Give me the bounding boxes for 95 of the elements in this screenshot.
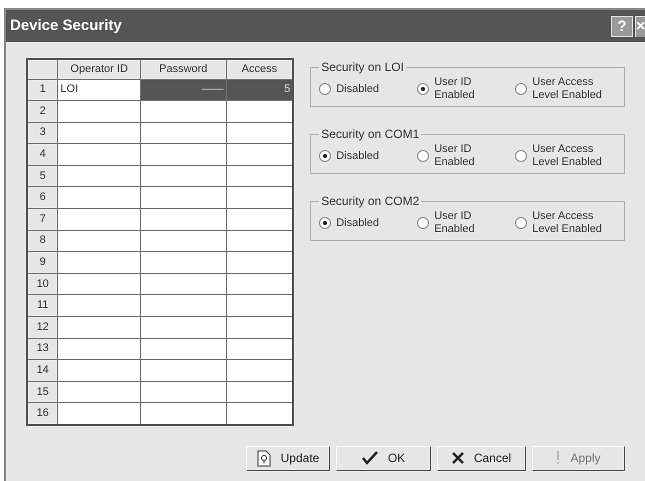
row-number: 15 xyxy=(27,381,58,403)
check-icon xyxy=(362,451,378,465)
table-cell[interactable] xyxy=(140,402,226,424)
column-header[interactable]: Operator ID xyxy=(58,59,140,79)
row-number: 3 xyxy=(27,122,58,144)
table-cell[interactable]: LOI xyxy=(58,79,140,101)
radio-option[interactable]: User ID Enabled xyxy=(417,143,510,169)
row-number: 16 xyxy=(27,402,58,424)
radio-button[interactable] xyxy=(515,217,528,229)
radio-option[interactable]: Disabled xyxy=(319,82,412,96)
table-cell[interactable] xyxy=(140,144,226,166)
table-cell[interactable] xyxy=(58,186,140,209)
table-cell[interactable] xyxy=(140,186,226,209)
radio-option[interactable]: User ID Enabled xyxy=(417,210,510,236)
radio-button[interactable] xyxy=(515,83,528,95)
table-cell[interactable] xyxy=(58,144,140,166)
table-cell[interactable] xyxy=(140,294,226,317)
table-cell[interactable] xyxy=(140,122,226,144)
group-title: Security on COM2 xyxy=(320,193,420,210)
table-cell[interactable] xyxy=(226,230,294,252)
row-number: 10 xyxy=(27,273,58,295)
table-cell[interactable] xyxy=(226,100,294,122)
group-title: Security on COM1 xyxy=(320,126,420,143)
table-cell[interactable] xyxy=(226,338,294,360)
table-cell[interactable] xyxy=(58,208,140,230)
table-cell[interactable] xyxy=(58,294,140,317)
radio-button[interactable] xyxy=(319,217,332,229)
radio-button[interactable] xyxy=(515,150,528,162)
radio-button[interactable] xyxy=(417,150,430,162)
radio-option[interactable]: User Access Level Enabled xyxy=(515,76,602,102)
table-cell[interactable] xyxy=(140,316,226,338)
table-cell[interactable] xyxy=(226,360,294,382)
radio-option[interactable]: User Access Level Enabled xyxy=(515,210,602,236)
table-cell[interactable] xyxy=(226,122,294,144)
cross-icon xyxy=(452,452,464,464)
radio-button[interactable] xyxy=(319,83,332,95)
table-cell[interactable] xyxy=(226,402,294,424)
column-header[interactable]: Password xyxy=(140,59,226,79)
table-cell[interactable] xyxy=(140,165,226,187)
table-cell[interactable] xyxy=(140,252,226,274)
table-cell[interactable] xyxy=(58,381,140,403)
table-cell[interactable] xyxy=(58,165,140,187)
table-cell[interactable] xyxy=(58,230,140,252)
radio-option[interactable]: Disabled xyxy=(319,150,412,162)
table-cell[interactable] xyxy=(58,360,140,382)
table-cell[interactable] xyxy=(140,208,226,230)
table-cell[interactable] xyxy=(226,316,294,338)
radio-button[interactable] xyxy=(417,83,430,95)
radio-button[interactable] xyxy=(319,150,332,162)
radio-option[interactable]: Disabled xyxy=(319,216,412,230)
row-number: 1 xyxy=(27,79,58,101)
table-cell[interactable] xyxy=(226,165,294,187)
table-cell[interactable] xyxy=(226,294,294,317)
table-cell[interactable] xyxy=(226,144,294,166)
cancel-button[interactable]: Cancel xyxy=(437,446,526,470)
table-cell[interactable] xyxy=(58,100,140,122)
table-cell[interactable] xyxy=(140,338,226,360)
row-number: 13 xyxy=(27,338,58,360)
table-cell[interactable] xyxy=(226,186,294,209)
table-cell[interactable]: 5 xyxy=(226,79,294,101)
table-cell[interactable] xyxy=(140,100,226,122)
table-cell[interactable] xyxy=(58,402,140,424)
table-cell[interactable] xyxy=(226,252,294,274)
row-number: 7 xyxy=(27,208,58,230)
table-cell[interactable] xyxy=(58,316,140,338)
table-cell[interactable] xyxy=(226,208,294,230)
table-cell[interactable] xyxy=(140,381,226,403)
row-number: 8 xyxy=(27,230,58,252)
group-title: Security on LOI xyxy=(320,59,405,76)
ok-button[interactable]: OK xyxy=(336,446,431,470)
row-number: 9 xyxy=(27,252,58,274)
row-number: 11 xyxy=(27,294,58,317)
row-number: 2 xyxy=(27,100,58,122)
table-cell[interactable] xyxy=(58,122,140,144)
row-number: 6 xyxy=(27,186,58,209)
document-icon xyxy=(256,450,271,466)
table-cell[interactable] xyxy=(140,360,226,382)
table-cell[interactable] xyxy=(58,338,140,360)
row-number: 14 xyxy=(27,360,58,382)
table-cell[interactable] xyxy=(58,252,140,274)
table-cell[interactable] xyxy=(226,381,294,403)
row-number: 12 xyxy=(27,316,58,338)
table-cell[interactable] xyxy=(140,230,226,252)
window-title: Device Security xyxy=(10,16,123,36)
table-cell[interactable] xyxy=(58,273,140,295)
table-cell[interactable] xyxy=(140,273,226,295)
radio-button[interactable] xyxy=(417,217,430,229)
exclamation-icon xyxy=(556,451,560,465)
table-cell[interactable]: —— xyxy=(140,79,226,101)
update-button[interactable]: Update xyxy=(246,446,330,470)
row-number: 4 xyxy=(27,144,58,166)
row-number: 5 xyxy=(27,165,58,187)
table-cell[interactable] xyxy=(226,273,294,295)
radio-option[interactable]: User Access Level Enabled xyxy=(515,143,602,169)
radio-option[interactable]: User ID Enabled xyxy=(417,76,510,102)
